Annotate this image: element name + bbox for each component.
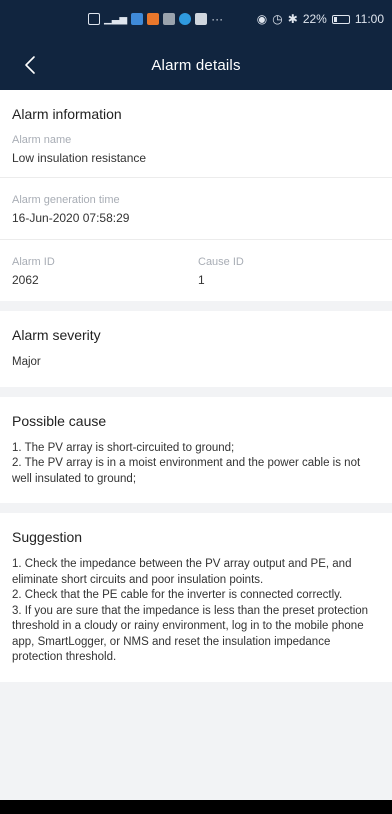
eye-icon: ◉ bbox=[256, 12, 268, 26]
cause-id-field: Cause ID 1 bbox=[198, 256, 384, 287]
alarm-severity-value: Major bbox=[12, 356, 41, 368]
alarm-clock-icon: ◷ bbox=[272, 12, 283, 26]
suggestion-line: 2. Check that the PE cable for the inver… bbox=[12, 589, 343, 601]
clock-time: 11:00 bbox=[354, 12, 384, 26]
alarm-id-label: Alarm ID bbox=[12, 256, 55, 268]
alarm-name-label: Alarm name bbox=[12, 134, 72, 146]
battery-percent: 22% bbox=[302, 12, 327, 26]
signal-icon: ▁▃▅ bbox=[104, 13, 128, 25]
sim-icon bbox=[88, 13, 100, 25]
cause-id-value: 1 bbox=[198, 273, 205, 287]
suggestion-line: 1. Check the impedance between the PV ar… bbox=[12, 558, 352, 586]
app-icon bbox=[131, 13, 144, 25]
alarm-id-row: Alarm ID 2062 Cause ID 1 bbox=[12, 240, 380, 301]
suggestion-line: 3. If you are sure that the impedance is… bbox=[12, 604, 369, 664]
possible-cause-text: 1. The PV array is short-circuited to gr… bbox=[12, 441, 380, 504]
app-icon bbox=[147, 13, 160, 25]
alarm-name-field: Alarm name Low insulation resistance bbox=[12, 134, 380, 177]
navigation-bar bbox=[0, 800, 392, 814]
content: Alarm information Alarm name Low insulat… bbox=[0, 90, 392, 682]
status-icons-right: ◉ ◷ ✱ 22% 11:00 bbox=[257, 12, 384, 26]
battery-icon bbox=[331, 14, 350, 24]
suggestion-text: 1. Check the impedance between the PV ar… bbox=[12, 557, 380, 682]
back-button[interactable] bbox=[16, 50, 44, 80]
app-icon bbox=[163, 13, 176, 25]
suggestion-card: Suggestion 1. Check the impedance betwee… bbox=[0, 513, 392, 682]
alarm-id-field: Alarm ID 2062 bbox=[12, 256, 198, 287]
app-icon bbox=[179, 13, 192, 25]
alarm-id-value: 2062 bbox=[12, 273, 39, 287]
app-icon bbox=[195, 13, 208, 25]
possible-cause-line: 2. The PV array is in a moist environmen… bbox=[12, 457, 361, 485]
status-icons-left: ▁▃▅ ··· bbox=[88, 12, 223, 26]
alarm-severity-card: Alarm severity Major bbox=[0, 311, 392, 387]
bluetooth-icon: ✱ bbox=[287, 12, 298, 26]
possible-cause-line: 1. The PV array is short-circuited to gr… bbox=[12, 441, 235, 454]
page-title: Alarm details bbox=[151, 56, 241, 74]
alarm-information-card: Alarm information Alarm name Low insulat… bbox=[0, 90, 392, 301]
alarm-time-label: Alarm generation time bbox=[12, 194, 120, 206]
alarm-time-value: 16-Jun-2020 07:58:29 bbox=[12, 211, 130, 225]
possible-cause-card: Possible cause 1. The PV array is short-… bbox=[0, 396, 392, 504]
cause-id-label: Cause ID bbox=[198, 256, 244, 268]
possible-cause-title: Possible cause bbox=[12, 412, 107, 429]
status-bar: ▁▃▅ ··· ◉ ◷ ✱ 22% 11:00 bbox=[0, 0, 392, 40]
chevron-left-icon bbox=[25, 56, 35, 74]
alarm-information-title: Alarm information bbox=[12, 106, 122, 122]
app-header: Alarm details bbox=[0, 40, 392, 90]
alarm-time-field: Alarm generation time 16-Jun-2020 07:58:… bbox=[12, 178, 380, 239]
alarm-severity-title: Alarm severity bbox=[12, 327, 101, 343]
suggestion-title: Suggestion bbox=[12, 529, 83, 545]
alarm-name-value: Low insulation resistance bbox=[12, 151, 147, 165]
more-icon: ··· bbox=[211, 12, 224, 26]
